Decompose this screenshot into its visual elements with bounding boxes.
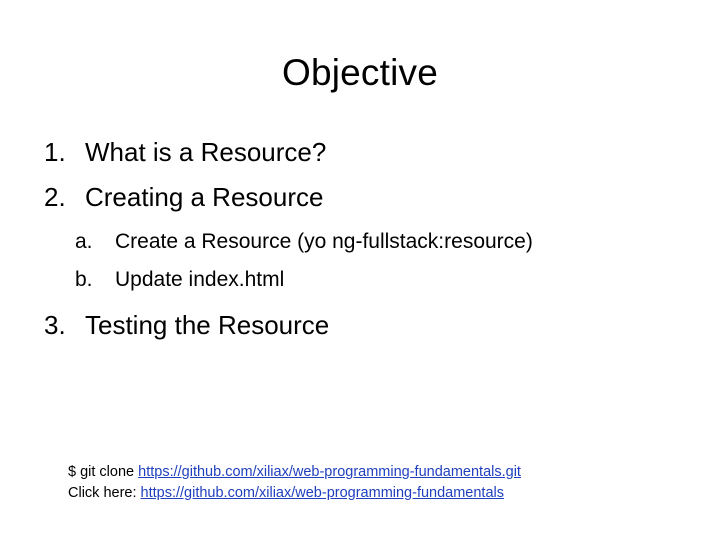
click-here-prefix: Click here: [68, 485, 141, 501]
list-marker-2: 2. [44, 182, 66, 212]
list-item-2: 2. Creating a Resource [44, 181, 644, 213]
list-marker-3: 3. [44, 310, 66, 340]
sub-list-marker-b: b. [75, 268, 93, 291]
sub-list-marker-a: a. [75, 230, 93, 253]
list-item-text-3: Testing the Resource [85, 310, 330, 340]
sub-list-item-text-a: Create a Resource (yo ng-fullstack:resou… [115, 230, 533, 253]
list-item-1: 1. What is a Resource? [44, 136, 644, 168]
repo-link[interactable]: https://github.com/xiliax/web-programmin… [141, 485, 504, 501]
slide-title: Objective [281, 52, 439, 93]
sub-list-item-text-b: Update index.html [115, 268, 285, 291]
list-item-3: 3. Testing the Resource [44, 309, 644, 341]
sub-list-item-b: b. Update index.html [75, 267, 675, 293]
list-item-text-1: What is a Resource? [85, 137, 327, 167]
footer-click-here-line: Click here: https://github.com/xiliax/we… [68, 484, 504, 503]
git-clone-prefix: $ git clone [68, 464, 139, 480]
list-item-text-2: Creating a Resource [85, 182, 324, 212]
slide: Objective 1. What is a Resource? 2. Crea… [0, 0, 720, 540]
git-clone-link[interactable]: https://github.com/xiliax/web-programmin… [138, 464, 521, 480]
footer-git-clone-line: $ git clone https://github.com/xiliax/we… [68, 463, 521, 482]
list-marker-1: 1. [44, 137, 66, 167]
sub-list-item-a: a. Create a Resource (yo ng-fullstack:re… [75, 229, 675, 255]
